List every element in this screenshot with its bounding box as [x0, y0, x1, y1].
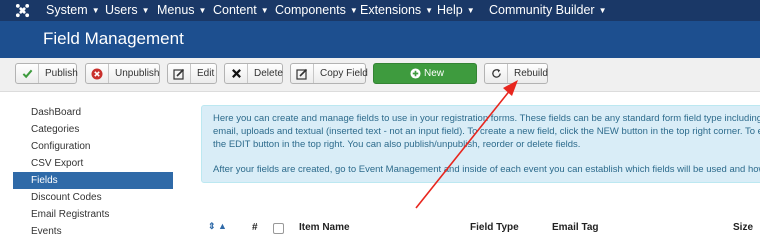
caret-down-icon: ▼	[425, 6, 434, 15]
sidebar-item-csv-export[interactable]: CSV Export	[13, 155, 173, 172]
sidebar-item-dashboard[interactable]: DashBoard	[13, 104, 173, 121]
menu-menus[interactable]: Menus ▼	[157, 3, 206, 17]
sort-order-icon[interactable]: ⇕ ▲	[208, 221, 227, 232]
sidebar-item-configuration[interactable]: Configuration	[13, 138, 173, 155]
page-header: Field Management	[0, 21, 760, 58]
checkmark-icon	[16, 64, 39, 83]
sidebar-item-categories[interactable]: Categories	[13, 121, 173, 138]
rebuild-label: Rebuild	[514, 68, 548, 79]
delete-x-icon	[225, 64, 248, 83]
publish-label: Publish	[45, 68, 78, 79]
sidebar-item-email-registrants[interactable]: Email Registrants	[13, 206, 173, 223]
sidebar-item-fields[interactable]: Fields	[13, 172, 173, 189]
column-item-name-header[interactable]: Item Name	[299, 222, 350, 233]
sidebar-nav: DashBoard Categories Configuration CSV E…	[13, 104, 173, 240]
new-label: New	[424, 68, 445, 79]
caret-down-icon: ▼	[198, 6, 207, 15]
menu-system-label: System	[46, 3, 88, 17]
copy-field-button[interactable]: Copy Field	[290, 63, 368, 84]
menu-community-builder-label: Community Builder	[489, 3, 595, 17]
menu-components[interactable]: Components ▼	[275, 3, 358, 17]
column-field-type-header[interactable]: Field Type	[470, 222, 519, 233]
menu-components-label: Components	[275, 3, 346, 17]
page-title: Field Management	[43, 29, 184, 48]
column-email-tag-header[interactable]: Email Tag	[552, 222, 599, 233]
edit-label: Edit	[197, 68, 215, 79]
copy-field-label: Copy Field	[320, 68, 368, 79]
column-size-header[interactable]: Size	[733, 222, 753, 233]
caret-down-icon: ▼	[91, 6, 100, 15]
edit-button[interactable]: Edit	[167, 63, 217, 84]
delete-label: Delete	[254, 68, 283, 79]
copy-edit-icon	[291, 64, 314, 83]
select-all-checkbox[interactable]	[273, 223, 284, 234]
caret-down-icon: ▼	[349, 6, 358, 15]
sidebar-item-discount-codes[interactable]: Discount Codes	[13, 189, 173, 206]
menu-extensions-label: Extensions	[360, 3, 422, 17]
menu-help[interactable]: Help ▼	[437, 3, 475, 17]
menu-users-label: Users	[105, 3, 138, 17]
menu-content[interactable]: Content ▼	[213, 3, 269, 17]
info-message-box: Here you can create and manage fields to…	[201, 105, 760, 183]
column-number-header[interactable]: #	[252, 222, 258, 233]
unpublish-x-circle-icon	[86, 64, 109, 83]
menu-system[interactable]: System ▼	[46, 3, 100, 17]
refresh-icon	[485, 64, 508, 83]
caret-down-icon: ▼	[598, 6, 607, 15]
publish-button[interactable]: Publish	[15, 63, 78, 84]
caret-down-icon: ▼	[260, 6, 269, 15]
caret-down-icon: ▼	[141, 6, 150, 15]
info-line-1: Here you can create and manage fields to…	[213, 113, 760, 124]
info-line-2: email, uploads and textual (inserted tex…	[213, 126, 760, 137]
caret-down-icon: ▼	[466, 6, 475, 15]
plus-circle-icon	[410, 68, 421, 79]
edit-pencil-icon	[168, 64, 191, 83]
menu-help-label: Help	[437, 3, 463, 17]
joomla-logo-icon[interactable]	[15, 3, 30, 18]
info-line-3: the EDIT button in the top right. You ca…	[213, 139, 581, 150]
info-line-4: After your fields are created, go to Eve…	[213, 164, 760, 175]
top-navigation-bar: System ▼ Users ▼ Menus ▼ Content ▼ Component…	[0, 0, 760, 21]
menu-content-label: Content	[213, 3, 257, 17]
fields-table-header: ⇕ ▲ # Item Name Field Type Email Tag Siz…	[201, 218, 760, 238]
menu-users[interactable]: Users ▼	[105, 3, 150, 17]
unpublish-button[interactable]: Unpublish	[85, 63, 160, 84]
menu-extensions[interactable]: Extensions ▼	[360, 3, 433, 17]
rebuild-button[interactable]: Rebuild	[484, 63, 548, 84]
delete-button[interactable]: Delete	[224, 63, 283, 84]
menu-menus-label: Menus	[157, 3, 195, 17]
new-button[interactable]: New	[373, 63, 477, 84]
sidebar-item-events[interactable]: Events	[13, 223, 173, 240]
toolbar: Publish Unpublish Edit Delete Copy Field…	[0, 58, 760, 92]
menu-community-builder[interactable]: Community Builder ▼	[489, 3, 607, 17]
unpublish-label: Unpublish	[115, 68, 160, 79]
